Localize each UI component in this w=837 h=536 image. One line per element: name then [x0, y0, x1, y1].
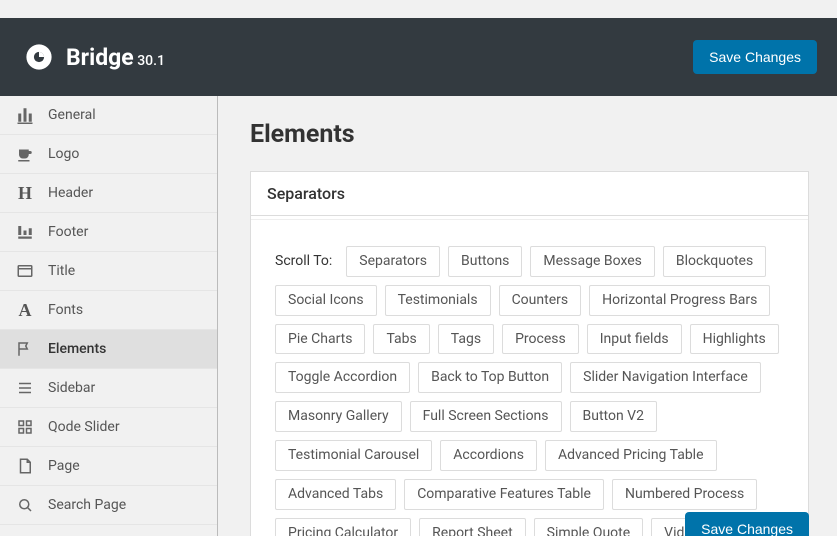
panel-title: Separators — [251, 172, 808, 216]
sidebar-item-label: Header — [48, 185, 201, 201]
scroll-chip-tags[interactable]: Tags — [438, 324, 494, 355]
title-bar-icon — [16, 262, 34, 280]
scroll-chip-advanced-tabs[interactable]: Advanced Tabs — [275, 479, 396, 510]
grid-icon — [16, 418, 34, 436]
page-icon — [16, 457, 34, 475]
scroll-chip-message-boxes[interactable]: Message Boxes — [530, 246, 655, 277]
panel-body: Scroll To: Separators Buttons Message Boxe… — [251, 219, 808, 536]
scroll-chip-highlights[interactable]: Highlights — [690, 324, 779, 355]
sidebar-item-label: Page — [48, 458, 201, 474]
scroll-chip-accordions[interactable]: Accordions — [440, 440, 537, 471]
letter-h-icon: H — [16, 184, 34, 202]
brand-logo-icon — [24, 42, 54, 72]
scroll-chip-testimonials[interactable]: Testimonials — [385, 285, 491, 316]
sidebar-item-label: Search Page — [48, 497, 201, 513]
scroll-chip-pie-charts[interactable]: Pie Charts — [275, 324, 365, 355]
flag-icon — [16, 340, 34, 358]
sidebar-item-fonts[interactable]: A Fonts — [0, 291, 217, 330]
scroll-chip-social-icons[interactable]: Social Icons — [275, 285, 377, 316]
scroll-chip-pricing-calculator[interactable]: Pricing Calculator — [275, 518, 411, 536]
sidebar-item-label: Title — [48, 263, 201, 279]
sidebar-item-general[interactable]: General — [0, 96, 217, 135]
save-changes-button[interactable]: Save Changes — [693, 40, 817, 74]
sidebar-item-title[interactable]: Title — [0, 252, 217, 291]
sidebar-item-logo[interactable]: Logo — [0, 135, 217, 174]
header-bar: Bridge 30.1 Save Changes — [0, 18, 837, 96]
save-changes-button-bottom[interactable]: Save Changes — [685, 512, 809, 536]
brand-name: Bridge 30.1 — [66, 44, 165, 71]
cup-icon — [16, 145, 34, 163]
sidebar-item-label: Footer — [48, 224, 201, 240]
page-title: Elements — [250, 120, 809, 149]
sidebar-item-elements[interactable]: Elements — [0, 330, 217, 369]
scroll-chip-buttons[interactable]: Buttons — [448, 246, 522, 277]
sidebar-item-search-page[interactable]: Search Page — [0, 486, 217, 525]
footer-layout-icon — [16, 223, 34, 241]
main-content: Elements Separators Scroll To: Separator… — [218, 96, 837, 536]
sidebar-item-header[interactable]: H Header — [0, 174, 217, 213]
columns-icon — [16, 106, 34, 124]
sidebar-item-footer[interactable]: Footer — [0, 213, 217, 252]
scroll-chip-toggle-accordion[interactable]: Toggle Accordion — [275, 362, 410, 393]
scroll-chip-input-fields[interactable]: Input fields — [587, 324, 682, 355]
scroll-chip-button-v2[interactable]: Button V2 — [570, 401, 657, 432]
scroll-chip-numbered-process[interactable]: Numbered Process — [612, 479, 757, 510]
scroll-chip-process[interactable]: Process — [502, 324, 579, 355]
scroll-chip-horizontal-progress-bars[interactable]: Horizontal Progress Bars — [589, 285, 770, 316]
scroll-to-label: Scroll To: — [275, 253, 332, 269]
scroll-chip-full-screen-sections[interactable]: Full Screen Sections — [410, 401, 562, 432]
sidebar: General Logo H Header Footer Title A Fonts Eleme… — [0, 96, 218, 536]
sidebar-item-sidebar[interactable]: Sidebar — [0, 369, 217, 408]
scroll-to-row: Scroll To: Separators Buttons Message Boxe… — [275, 246, 784, 536]
sidebar-item-label: General — [48, 107, 201, 123]
scroll-chip-report-sheet[interactable]: Report Sheet — [419, 518, 526, 536]
scroll-chip-counters[interactable]: Counters — [499, 285, 582, 316]
scroll-chip-advanced-pricing-table[interactable]: Advanced Pricing Table — [545, 440, 717, 471]
scroll-chip-separators[interactable]: Separators — [346, 246, 440, 277]
sidebar-item-label: Fonts — [48, 302, 201, 318]
sidebar-item-page[interactable]: Page — [0, 447, 217, 486]
scroll-chip-blockquotes[interactable]: Blockquotes — [663, 246, 766, 277]
scroll-chip-back-to-top-button[interactable]: Back to Top Button — [418, 362, 562, 393]
scroll-chip-comparative-features-table[interactable]: Comparative Features Table — [404, 479, 604, 510]
brand: Bridge 30.1 — [24, 42, 165, 72]
scroll-chip-simple-quote[interactable]: Simple Quote — [534, 518, 644, 536]
scroll-chip-testimonial-carousel[interactable]: Testimonial Carousel — [275, 440, 432, 471]
sidebar-item-label: Sidebar — [48, 380, 201, 396]
scroll-chip-masonry-gallery[interactable]: Masonry Gallery — [275, 401, 402, 432]
scroll-chip-tabs[interactable]: Tabs — [373, 324, 429, 355]
sidebar-item-qode-slider[interactable]: Qode Slider — [0, 408, 217, 447]
sidebar-item-label: Elements — [48, 341, 201, 357]
sidebar-item-label: Logo — [48, 146, 201, 162]
lines-icon — [16, 379, 34, 397]
letter-a-icon: A — [16, 301, 34, 319]
elements-panel: Separators Scroll To: Separators Buttons M… — [250, 171, 809, 536]
search-icon — [16, 496, 34, 514]
scroll-chip-slider-navigation-interface[interactable]: Slider Navigation Interface — [570, 362, 761, 393]
sidebar-item-label: Qode Slider — [48, 419, 201, 435]
